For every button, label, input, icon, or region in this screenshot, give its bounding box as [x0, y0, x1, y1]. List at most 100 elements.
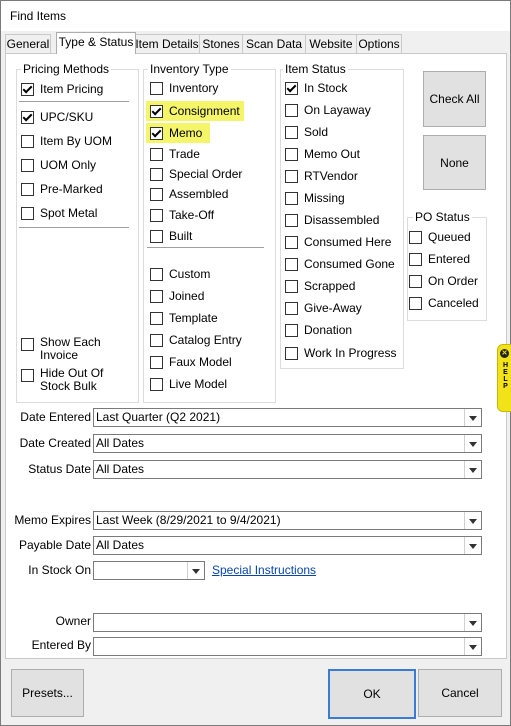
checkbox-box[interactable]: [285, 191, 298, 205]
none-button[interactable]: None: [423, 135, 486, 190]
checkbox-hide-out-of-stock-bulk[interactable]: Hide Out Of Stock Bulk: [21, 367, 103, 393]
checkbox-box[interactable]: [285, 257, 298, 271]
chevron-down-icon[interactable]: [464, 537, 481, 554]
status-date-combo[interactable]: All Dates: [93, 460, 482, 479]
entered-by-combo[interactable]: [93, 637, 482, 656]
chevron-down-icon[interactable]: [464, 512, 481, 529]
checkbox-box[interactable]: [150, 81, 163, 95]
checkbox-box[interactable]: [150, 355, 163, 369]
checkbox-entered[interactable]: Entered: [409, 251, 470, 267]
checkbox-trade[interactable]: Trade: [150, 146, 200, 162]
checkbox-custom[interactable]: Custom: [150, 266, 210, 282]
checkbox-missing[interactable]: Missing: [285, 190, 345, 206]
owner-combo[interactable]: [93, 613, 482, 632]
checkbox-box[interactable]: [150, 267, 163, 281]
check-all-button[interactable]: Check All: [423, 71, 486, 127]
checkbox-consignment[interactable]: Consignment: [146, 101, 244, 121]
checkbox-box[interactable]: [21, 206, 34, 220]
checkbox-show-each-invoice[interactable]: Show Each Invoice: [21, 336, 101, 362]
checkbox-box[interactable]: [150, 187, 163, 201]
checkbox-template[interactable]: Template: [150, 310, 218, 326]
checkbox-box[interactable]: [285, 103, 298, 117]
special-instructions-link[interactable]: Special Instructions: [212, 563, 316, 577]
date-entered-combo[interactable]: Last Quarter (Q2 2021): [93, 408, 482, 427]
checkbox-spot-metal[interactable]: Spot Metal: [21, 205, 97, 221]
checkbox-in-stock[interactable]: In Stock: [285, 80, 347, 96]
checkbox-on-order[interactable]: On Order: [409, 273, 478, 289]
checkbox-canceled[interactable]: Canceled: [409, 295, 479, 311]
cancel-button[interactable]: Cancel: [418, 669, 502, 717]
checkbox-upc-sku[interactable]: UPC/SKU: [21, 109, 93, 125]
checkbox-box[interactable]: [150, 333, 163, 347]
tab-stones[interactable]: Stones: [199, 34, 243, 53]
checkbox-box[interactable]: [409, 252, 422, 266]
tab-type-status[interactable]: Type & Status: [56, 32, 136, 54]
checkbox-give-away[interactable]: Give-Away: [285, 300, 362, 316]
checkbox-box[interactable]: [21, 82, 34, 96]
checkbox-box[interactable]: [21, 110, 34, 124]
checkbox-item-pricing[interactable]: Item Pricing: [21, 81, 103, 97]
checkbox-consumed-here[interactable]: Consumed Here: [285, 234, 391, 250]
tab-options[interactable]: Options: [356, 34, 402, 53]
checkbox-box[interactable]: [285, 301, 298, 315]
checkbox-sold[interactable]: Sold: [285, 124, 328, 140]
checkbox-catalog-entry[interactable]: Catalog Entry: [150, 332, 242, 348]
checkbox-scrapped[interactable]: Scrapped: [285, 278, 355, 294]
chevron-down-icon[interactable]: [464, 435, 481, 452]
checkbox-built[interactable]: Built: [150, 228, 192, 244]
tab-general[interactable]: General: [5, 34, 51, 53]
tab-item-details[interactable]: Item Details: [134, 34, 200, 53]
checkbox-assembled[interactable]: Assembled: [150, 186, 228, 202]
checkbox-item-by-uom[interactable]: Item By UOM: [21, 133, 112, 149]
checkbox-box[interactable]: [21, 338, 34, 351]
chevron-down-icon[interactable]: [464, 614, 481, 631]
checkbox-memo-out[interactable]: Memo Out: [285, 146, 360, 162]
checkbox-uom-only[interactable]: UOM Only: [21, 157, 96, 173]
checkbox-rtvendor[interactable]: RTVendor: [285, 168, 358, 184]
checkbox-box[interactable]: [409, 296, 422, 310]
checkbox-take-off[interactable]: Take-Off: [150, 207, 214, 223]
tab-website[interactable]: Website: [305, 34, 357, 53]
checkbox-inventory[interactable]: Inventory: [150, 80, 218, 96]
checkbox-box[interactable]: [21, 182, 34, 196]
checkbox-box[interactable]: [150, 229, 163, 243]
checkbox-box[interactable]: [150, 377, 163, 391]
ok-button[interactable]: OK: [328, 669, 416, 719]
checkbox-box[interactable]: [150, 167, 163, 181]
checkbox-box[interactable]: [150, 104, 163, 118]
checkbox-box[interactable]: [285, 81, 298, 95]
checkbox-box[interactable]: [285, 125, 298, 139]
checkbox-box[interactable]: [150, 147, 163, 161]
checkbox-memo[interactable]: Memo: [146, 123, 210, 143]
checkbox-box[interactable]: [285, 323, 298, 337]
checkbox-box[interactable]: [285, 235, 298, 249]
chevron-down-icon[interactable]: [464, 461, 481, 478]
checkbox-box[interactable]: [285, 147, 298, 161]
checkbox-donation[interactable]: Donation: [285, 322, 352, 338]
help-side-tab[interactable]: ✕ HELP: [497, 344, 511, 412]
checkbox-special-order[interactable]: Special Order: [150, 166, 242, 182]
checkbox-box[interactable]: [21, 369, 34, 382]
checkbox-box[interactable]: [150, 208, 163, 222]
checkbox-box[interactable]: [21, 134, 34, 148]
checkbox-faux-model[interactable]: Faux Model: [150, 354, 232, 370]
checkbox-live-model[interactable]: Live Model: [150, 376, 227, 392]
checkbox-disassembled[interactable]: Disassembled: [285, 212, 379, 228]
in-stock-on-date-picker[interactable]: [93, 561, 205, 580]
checkbox-box[interactable]: [21, 158, 34, 172]
memo-expires-combo[interactable]: Last Week (8/29/2021 to 9/4/2021): [93, 511, 482, 530]
checkbox-queued[interactable]: Queued: [409, 229, 471, 245]
checkbox-box[interactable]: [409, 230, 422, 244]
checkbox-pre-marked[interactable]: Pre-Marked: [21, 181, 103, 197]
chevron-down-icon[interactable]: [464, 409, 481, 426]
checkbox-consumed-gone[interactable]: Consumed Gone: [285, 256, 395, 272]
checkbox-joined[interactable]: Joined: [150, 288, 204, 304]
checkbox-box[interactable]: [150, 126, 163, 140]
presets-button[interactable]: Presets...: [11, 669, 84, 717]
checkbox-box[interactable]: [150, 311, 163, 325]
checkbox-work-in-progress[interactable]: Work In Progress: [285, 345, 396, 361]
tab-scan-data[interactable]: Scan Data: [242, 34, 306, 53]
date-created-combo[interactable]: All Dates: [93, 434, 482, 453]
checkbox-on-layaway[interactable]: On Layaway: [285, 102, 371, 118]
checkbox-box[interactable]: [150, 289, 163, 303]
